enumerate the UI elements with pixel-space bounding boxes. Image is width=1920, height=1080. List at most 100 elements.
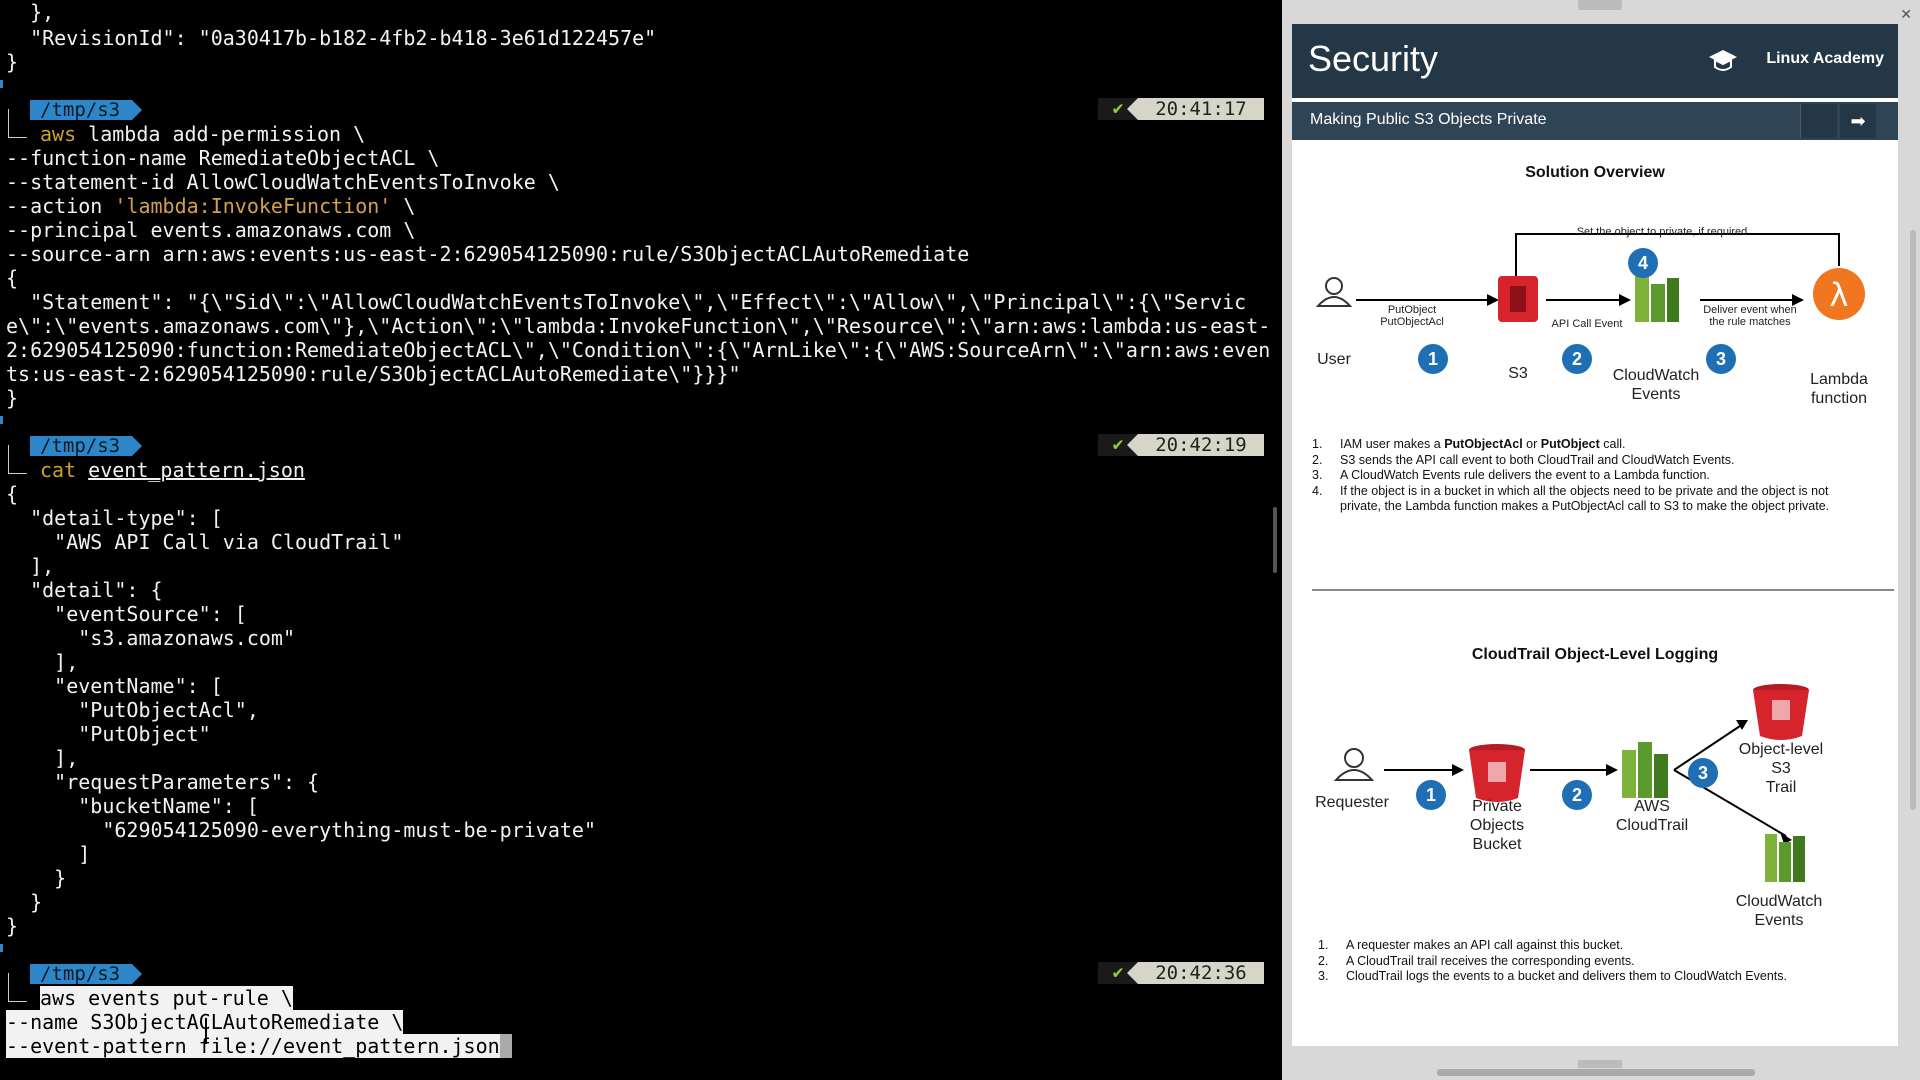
command-text: \: [391, 194, 416, 218]
output-line: {: [6, 266, 19, 290]
put-label: PutObject PutObjectAcl: [1380, 304, 1444, 328]
output-line: },: [6, 0, 55, 24]
output-line: "PutObject": [6, 722, 211, 746]
output-line: }: [6, 866, 67, 890]
prompt-status: ✔ 20:42:19: [1084, 434, 1264, 456]
output-line: "Statement": "{\"Sid\":\"AllowCloudWatch…: [6, 290, 1247, 314]
slide-panel: ✕ Security Linux Academy Making Public S…: [1282, 0, 1920, 1080]
command-line: --principal events.amazonaws.com \: [6, 218, 416, 242]
user-label: User: [1317, 351, 1351, 368]
user-icon: [1333, 748, 1375, 781]
command-file: event_pattern.json: [88, 458, 305, 482]
panel-handle-bottom[interactable]: [1578, 1060, 1622, 1068]
lambda-icon: λ: [1813, 268, 1865, 320]
output-line: ],: [6, 650, 79, 674]
prompt-status: ✔ 20:42:36: [1084, 962, 1264, 984]
list-item: 3. CloudTrail logs the events to a bucket…: [1318, 969, 1787, 983]
prompt-corner: [8, 109, 27, 138]
output-line: "eventName": [: [6, 674, 223, 698]
command-line: --action 'lambda:InvokeFunction' \: [6, 194, 415, 218]
blank-button[interactable]: [1800, 104, 1837, 138]
output-line: "RevisionId": "0a30417b-b182-4fb2-b418-3…: [6, 26, 657, 50]
requester-label: Requester: [1315, 794, 1389, 811]
bucket-icon: [1469, 744, 1525, 802]
section-heading: CloudTrail Object-Level Logging: [1471, 646, 1719, 663]
output-line: ],: [6, 554, 55, 578]
cloudwatch-label: CloudWatch Events: [1735, 893, 1823, 929]
output-line: e\":\"events.amazonaws.com\"},\"Action\"…: [6, 314, 1271, 338]
svg-text:λ: λ: [1830, 276, 1849, 314]
feedback-label: Set the object to private, if required: [1576, 226, 1748, 238]
output-line: "s3.amazonaws.com": [6, 626, 295, 650]
output-line: }: [6, 386, 19, 410]
list-item: 2. A CloudTrail trail receives the corres…: [1318, 953, 1635, 968]
timestamp: 20:42:36: [1127, 962, 1264, 984]
bucket-label: Private Objects Bucket: [1469, 798, 1525, 853]
slide-title: Security: [1308, 38, 1439, 79]
panel-horizontal-scrollbar[interactable]: [1437, 1069, 1755, 1076]
step-badge: 2: [1562, 344, 1592, 374]
list-item: 1. A requester makes an API call against …: [1318, 938, 1624, 952]
step-badge: 3: [1706, 344, 1736, 374]
command-line: --statement-id AllowCloudWatchEventsToIn…: [6, 170, 560, 194]
output-line: }: [6, 50, 19, 74]
prompt-corner: [8, 973, 27, 1002]
output-line: "629054125090-everything-must-be-private…: [6, 818, 597, 842]
panel-vertical-scrollbar[interactable]: [1910, 230, 1916, 810]
graduation-cap-icon: [1709, 50, 1737, 71]
timestamp: 20:42:19: [1127, 434, 1264, 456]
output-line: 2:629054125090:function:RemediateObjectA…: [6, 338, 1271, 362]
list-item: 1. IAM user makes a PutObjectAcl or PutOb…: [1312, 437, 1626, 451]
step-badge: 4: [1628, 248, 1658, 278]
command-line-selected[interactable]: aws events put-rule \: [40, 986, 293, 1010]
output-line: "eventSource": [: [6, 602, 247, 626]
cloudtrail-steps-list: 1. A requester makes an API call against …: [1318, 938, 1878, 985]
list-item: 3. A CloudWatch Events rule delivers the …: [1312, 468, 1710, 482]
close-icon[interactable]: ✕: [1900, 6, 1912, 23]
slide: Security Linux Academy Making Public S3 …: [1292, 24, 1898, 1046]
cloudwatch-icon: [1635, 274, 1679, 322]
command-text: lambda add-permission \: [76, 122, 366, 146]
solution-steps-list: 1. IAM user makes a PutObjectAcl or PutOb…: [1312, 437, 1872, 515]
cloudtrail-label: AWS CloudTrail: [1615, 798, 1689, 834]
s3-label: S3: [1508, 365, 1528, 382]
selected-text: --event-pattern file://event_pattern.jso…: [6, 1034, 500, 1058]
deliver-label: Deliver event when the rule matches: [1703, 304, 1797, 328]
terminal[interactable]: }, "RevisionId": "0a30417b-b182-4fb2-b41…: [0, 0, 1280, 1080]
lambda-label: Lambda function: [1810, 371, 1868, 407]
panel-handle-top[interactable]: [1578, 0, 1622, 10]
prompt-marker: [0, 80, 3, 88]
prompt-path: /tmp/s3: [30, 964, 143, 984]
selected-text: aws events put-rule \: [40, 986, 293, 1010]
brand-logo: Linux Academy: [1766, 50, 1884, 67]
command-line: --function-name RemediateObjectACL \: [6, 146, 440, 170]
output-line: "PutObjectAcl",: [6, 698, 259, 722]
prompt-path: /tmp/s3: [30, 436, 143, 456]
api-label: API Call Event: [1551, 318, 1623, 330]
slide-subtitle: Making Public S3 Objects Private: [1310, 111, 1547, 128]
section-divider: [1312, 589, 1894, 591]
command-line: --source-arn arn:aws:events:us-east-2:62…: [6, 242, 970, 266]
command-line-selected[interactable]: --event-pattern file://event_pattern.jso…: [6, 1034, 512, 1058]
output-line: }: [6, 890, 43, 914]
output-line: {: [6, 482, 19, 506]
command-string: 'lambda:InvokeFunction': [114, 194, 392, 218]
terminal-cursor: [499, 1034, 512, 1058]
output-line: }: [6, 914, 19, 938]
prompt-marker: [0, 416, 3, 424]
prompt-status: ✔ 20:41:17: [1084, 98, 1264, 120]
command-text: --action: [6, 194, 115, 218]
command-keyword: cat: [40, 458, 77, 482]
trail-label: Object-level S3 Trail: [1738, 741, 1824, 796]
cloudwatch-label: CloudWatch Events: [1612, 367, 1700, 403]
step-badge: 2: [1562, 780, 1592, 810]
output-line: "detail-type": [: [6, 506, 223, 530]
terminal-scrollbar[interactable]: [1273, 507, 1277, 573]
list-item: 2. S3 sends the API call event to both Cl…: [1312, 452, 1735, 467]
output-line: ]: [6, 842, 91, 866]
arrow-right-icon[interactable]: ➡: [1840, 104, 1876, 138]
step-badge: 1: [1418, 344, 1448, 374]
output-line: ts:us-east-2:629054125090:rule/S3ObjectA…: [6, 362, 741, 386]
command-keyword: aws: [40, 122, 77, 146]
step-badge: 3: [1688, 758, 1718, 788]
